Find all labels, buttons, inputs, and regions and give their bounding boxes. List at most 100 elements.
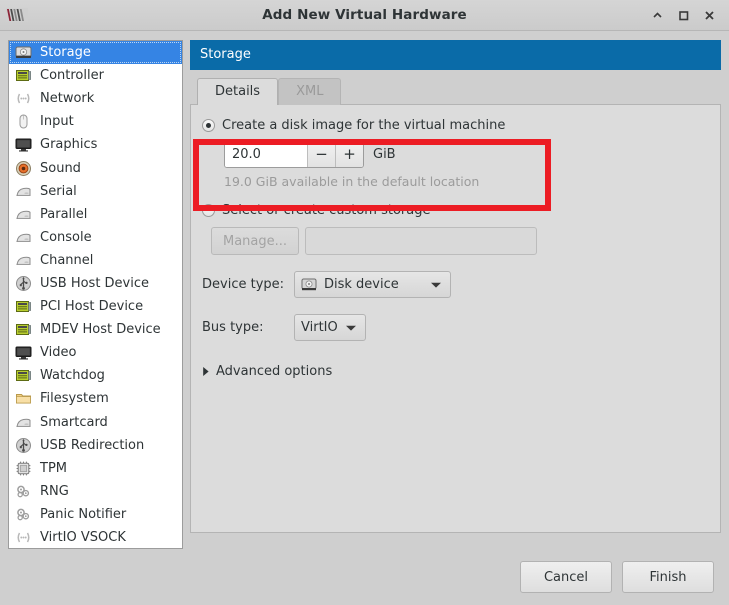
sidebar-item-rng[interactable]: RNG [9, 480, 182, 503]
sidebar-item-smartcard[interactable]: Smartcard [9, 411, 182, 434]
dialog-body: Storage Controller Network Input Graphics Sou… [0, 31, 729, 549]
sidebar-item-label: RNG [40, 483, 69, 499]
serial-icon [15, 206, 32, 223]
speaker-icon [15, 160, 32, 177]
sidebar-item-label: PCI Host Device [40, 299, 144, 315]
sidebar-item-label: Controller [40, 68, 104, 84]
manage-button[interactable]: Manage... [211, 227, 300, 255]
serial-icon [15, 252, 32, 269]
folder-icon [15, 390, 32, 407]
sidebar-item-network[interactable]: Network [9, 87, 182, 110]
custom-storage-radio-row[interactable]: Select or create custom storage [202, 203, 720, 218]
sidebar-item-label: Sound [40, 160, 81, 176]
disk-size-increment-button[interactable]: + [335, 142, 363, 167]
sidebar-item-panic-notifier[interactable]: Panic Notifier [9, 503, 182, 526]
sidebar-item-console[interactable]: Console [9, 226, 182, 249]
custom-storage-radio[interactable] [202, 204, 215, 217]
gears-icon [15, 506, 32, 523]
sidebar-item-label: USB Host Device [40, 275, 150, 291]
tab-details[interactable]: Details [197, 78, 279, 105]
tab-xml[interactable]: XML [278, 78, 342, 105]
sidebar-item-label: Graphics [40, 137, 98, 153]
bus-type-dropdown[interactable]: VirtIO [294, 314, 366, 341]
finish-button[interactable]: Finish [622, 561, 714, 593]
section-header: Storage [190, 40, 721, 70]
card-icon [15, 67, 32, 84]
disk-size-decrement-button[interactable]: − [307, 142, 335, 167]
sidebar-item-filesystem[interactable]: Filesystem [9, 387, 182, 410]
disk-icon [301, 278, 317, 291]
cancel-button[interactable]: Cancel [520, 561, 612, 593]
disk-size-input[interactable]: 20.0 [225, 142, 307, 167]
sidebar-item-label: USB Redirection [40, 437, 145, 453]
details-tab-panel: Create a disk image for the virtual mach… [190, 104, 721, 533]
sidebar-item-sound[interactable]: Sound [9, 156, 182, 179]
card-icon [15, 367, 32, 384]
device-type-value: Disk device [324, 277, 399, 292]
chevron-down-icon [430, 281, 442, 289]
monitor-icon [15, 344, 32, 361]
hardware-category-list[interactable]: Storage Controller Network Input Graphics Sou… [8, 40, 183, 549]
title-bar: Add New Virtual Hardware [0, 0, 729, 31]
triangle-right-icon [202, 366, 210, 377]
sidebar-item-mdev-host-device[interactable]: MDEV Host Device [9, 318, 182, 341]
sidebar-item-channel[interactable]: Channel [9, 249, 182, 272]
sidebar-item-label: Watchdog [40, 368, 105, 384]
gears-icon [15, 483, 32, 500]
tab-strip[interactable]: Details XML [190, 78, 721, 105]
close-icon[interactable] [702, 8, 716, 22]
minimize-icon[interactable] [650, 8, 664, 22]
advanced-options-expander[interactable]: Advanced options [202, 364, 720, 379]
sidebar-item-pci-host-device[interactable]: PCI Host Device [9, 295, 182, 318]
sidebar-item-label: Input [40, 114, 74, 130]
device-type-label: Device type: [202, 277, 285, 292]
sidebar-item-label: Parallel [40, 206, 88, 222]
window-controls [650, 8, 729, 22]
disk-size-spinner[interactable]: 20.0 − + [224, 141, 364, 168]
maximize-icon[interactable] [676, 8, 690, 22]
sidebar-item-usb-host-device[interactable]: USB Host Device [9, 272, 182, 295]
sidebar-item-graphics[interactable]: Graphics [9, 133, 182, 156]
custom-storage-path-row: Manage... [211, 227, 720, 255]
serial-icon [15, 229, 32, 246]
sidebar-item-label: Network [40, 91, 95, 107]
serial-icon [15, 183, 32, 200]
sidebar-item-label: Video [40, 345, 77, 361]
sidebar-item-label: Storage [40, 45, 91, 61]
sidebar-item-label: VirtIO VSOCK [40, 530, 126, 546]
network-icon [15, 529, 32, 546]
sidebar-item-storage[interactable]: Storage [9, 41, 182, 65]
window-title: Add New Virtual Hardware [262, 7, 467, 23]
sidebar-item-label: Serial [40, 183, 77, 199]
usb-icon [15, 437, 32, 454]
sidebar-item-label: TPM [40, 460, 67, 476]
sidebar-item-input[interactable]: Input [9, 110, 182, 133]
sidebar-item-parallel[interactable]: Parallel [9, 203, 182, 226]
create-disk-label: Create a disk image for the virtual mach… [222, 118, 506, 133]
sidebar-item-usb-redirection[interactable]: USB Redirection [9, 434, 182, 457]
sidebar-item-label: MDEV Host Device [40, 322, 161, 338]
device-type-dropdown[interactable]: Disk device [294, 271, 451, 298]
monitor-icon [15, 136, 32, 153]
sidebar-item-virtio-vsock[interactable]: VirtIO VSOCK [9, 526, 182, 548]
create-disk-radio-row[interactable]: Create a disk image for the virtual mach… [202, 118, 720, 133]
dialog-footer: Cancel Finish [0, 549, 729, 605]
custom-storage-label: Select or create custom storage [222, 203, 431, 218]
sidebar-item-video[interactable]: Video [9, 341, 182, 364]
bus-type-label: Bus type: [202, 320, 264, 335]
sidebar-item-label: Filesystem [40, 391, 109, 407]
network-icon [15, 90, 32, 107]
card-icon [15, 321, 32, 338]
bus-type-row: Bus type: VirtIO [202, 314, 720, 341]
create-disk-radio[interactable] [202, 119, 215, 132]
tabs-zone: Details XML Create a disk image for the … [190, 70, 721, 549]
sidebar-item-tpm[interactable]: TPM [9, 457, 182, 480]
sidebar-item-controller[interactable]: Controller [9, 64, 182, 87]
usb-icon [15, 275, 32, 292]
sidebar-item-watchdog[interactable]: Watchdog [9, 364, 182, 387]
serial-icon [15, 414, 32, 431]
sidebar-item-serial[interactable]: Serial [9, 180, 182, 203]
disk-icon [15, 44, 32, 61]
sidebar-item-label: Console [40, 229, 92, 245]
storage-path-input[interactable] [305, 227, 538, 255]
